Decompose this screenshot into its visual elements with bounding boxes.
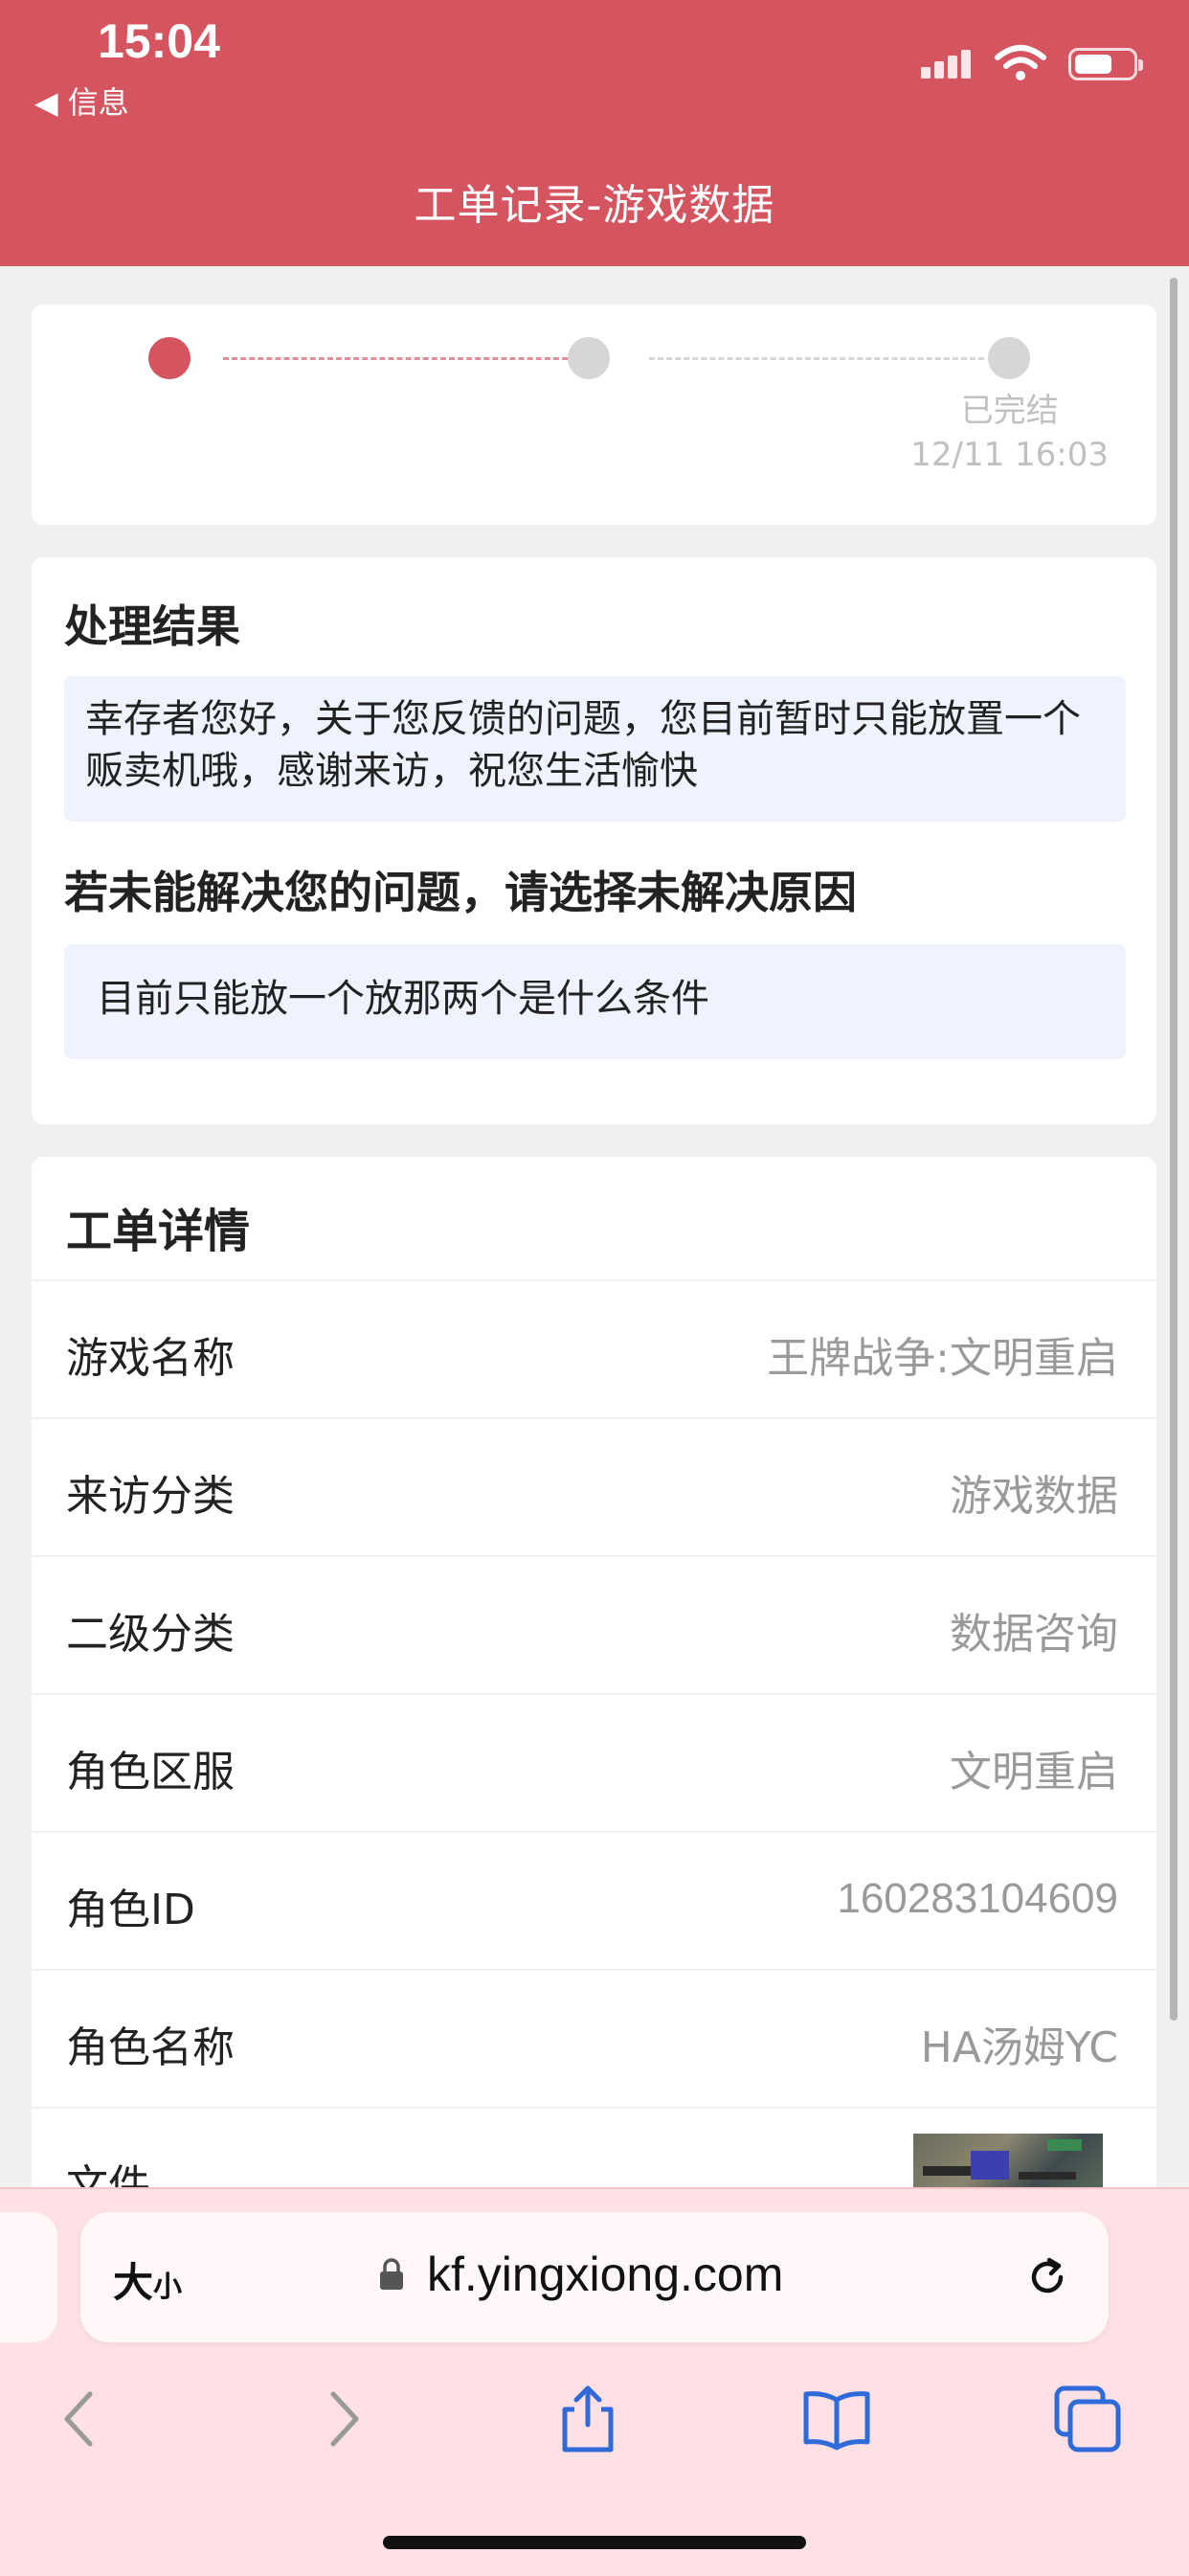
cellular-signal-icon	[921, 50, 975, 79]
detail-row-role-name: 角色名称 HA汤姆YC	[32, 1969, 1156, 2109]
detail-value: 160283104609	[837, 1875, 1118, 1922]
detail-key: 二级分类	[66, 1610, 235, 1659]
bookmarks-icon[interactable]	[798, 2381, 875, 2457]
step-3-status: 已完结	[960, 392, 1059, 430]
page-scrollbar[interactable]	[1170, 278, 1178, 2021]
step-connector-1	[223, 357, 568, 360]
detail-value: 文明重启	[950, 1748, 1118, 1796]
step-3-dot	[988, 337, 1030, 379]
back-to-messages[interactable]: ◀ 信息	[34, 79, 129, 123]
tabs-icon[interactable]	[1049, 2381, 1126, 2457]
share-icon[interactable]	[550, 2381, 626, 2457]
progress-card: 已完结 12/11 16:03	[32, 305, 1156, 525]
step-3-time: 12/11 16:03	[910, 436, 1109, 474]
status-time: 15:04	[98, 14, 220, 68]
browser-toolbar: 大小 kf.yingxiong.com	[0, 2187, 1189, 2576]
back-arrow-icon[interactable]	[44, 2381, 121, 2457]
detail-row-category: 来访分类 游戏数据	[32, 1417, 1156, 1557]
status-icons	[921, 44, 1143, 82]
detail-row-server: 角色区服 文明重启	[32, 1693, 1156, 1833]
detail-key: 角色ID	[66, 1886, 195, 1934]
detail-row-subcategory: 二级分类 数据咨询	[32, 1555, 1156, 1695]
step-1-dot	[148, 337, 191, 379]
result-message: 幸存者您好，关于您反馈的问题，您目前暂时只能放置一个贩卖机哦，感谢来访，祝您生活…	[64, 676, 1126, 822]
result-title: 处理结果	[64, 600, 240, 652]
text-size-button[interactable]: 大小	[113, 2250, 182, 2309]
lock-icon	[380, 2258, 403, 2290]
wifi-icon	[995, 45, 1046, 80]
home-indicator[interactable]	[383, 2536, 806, 2549]
detail-key: 来访分类	[66, 1472, 235, 1521]
step-connector-2	[649, 357, 984, 360]
address-bar[interactable]: 大小 kf.yingxiong.com	[80, 2212, 1109, 2342]
unresolved-title: 若未能解决您的问题，请选择未解决原因	[64, 867, 857, 918]
detail-value: HA汤姆YC	[920, 2023, 1118, 2072]
page-title: 工单记录-游戏数据	[414, 181, 775, 230]
detail-key: 游戏名称	[66, 1334, 235, 1383]
text-size-large: 大	[113, 2259, 154, 2306]
step-3-label: 已完结 12/11 16:03	[910, 389, 1109, 477]
app-header: 15:04 ◀ 信息 工单记录-游戏数据	[0, 0, 1189, 266]
detail-key: 角色区服	[66, 1748, 235, 1796]
detail-row-role-id: 角色ID 160283104609	[32, 1831, 1156, 1971]
url-text[interactable]: kf.yingxiong.com	[427, 2247, 783, 2302]
result-card: 处理结果 幸存者您好，关于您反馈的问题，您目前暂时只能放置一个贩卖机哦，感谢来访…	[32, 557, 1156, 1124]
detail-row-game-name: 游戏名称 王牌战争:文明重启	[32, 1279, 1156, 1419]
detail-key: 角色名称	[66, 2023, 235, 2072]
text-size-small: 小	[153, 2271, 183, 2304]
detail-value: 数据咨询	[950, 1610, 1118, 1659]
file-thumbnail[interactable]	[913, 2134, 1103, 2191]
previous-tab-peek[interactable]	[0, 2212, 57, 2342]
reload-icon[interactable]	[1021, 2250, 1074, 2304]
detail-value: 王牌战争:文明重启	[767, 1334, 1118, 1383]
step-2-dot	[568, 337, 610, 379]
battery-icon	[1068, 48, 1143, 80]
detail-card: 工单详情 游戏名称 王牌战争:文明重启 来访分类 游戏数据 二级分类 数据咨询 …	[32, 1157, 1156, 2210]
detail-title: 工单详情	[66, 1205, 251, 1258]
detail-value: 游戏数据	[950, 1472, 1118, 1521]
forward-arrow-icon[interactable]	[303, 2381, 379, 2457]
unresolved-reason[interactable]: 目前只能放一个放那两个是什么条件	[64, 944, 1126, 1059]
